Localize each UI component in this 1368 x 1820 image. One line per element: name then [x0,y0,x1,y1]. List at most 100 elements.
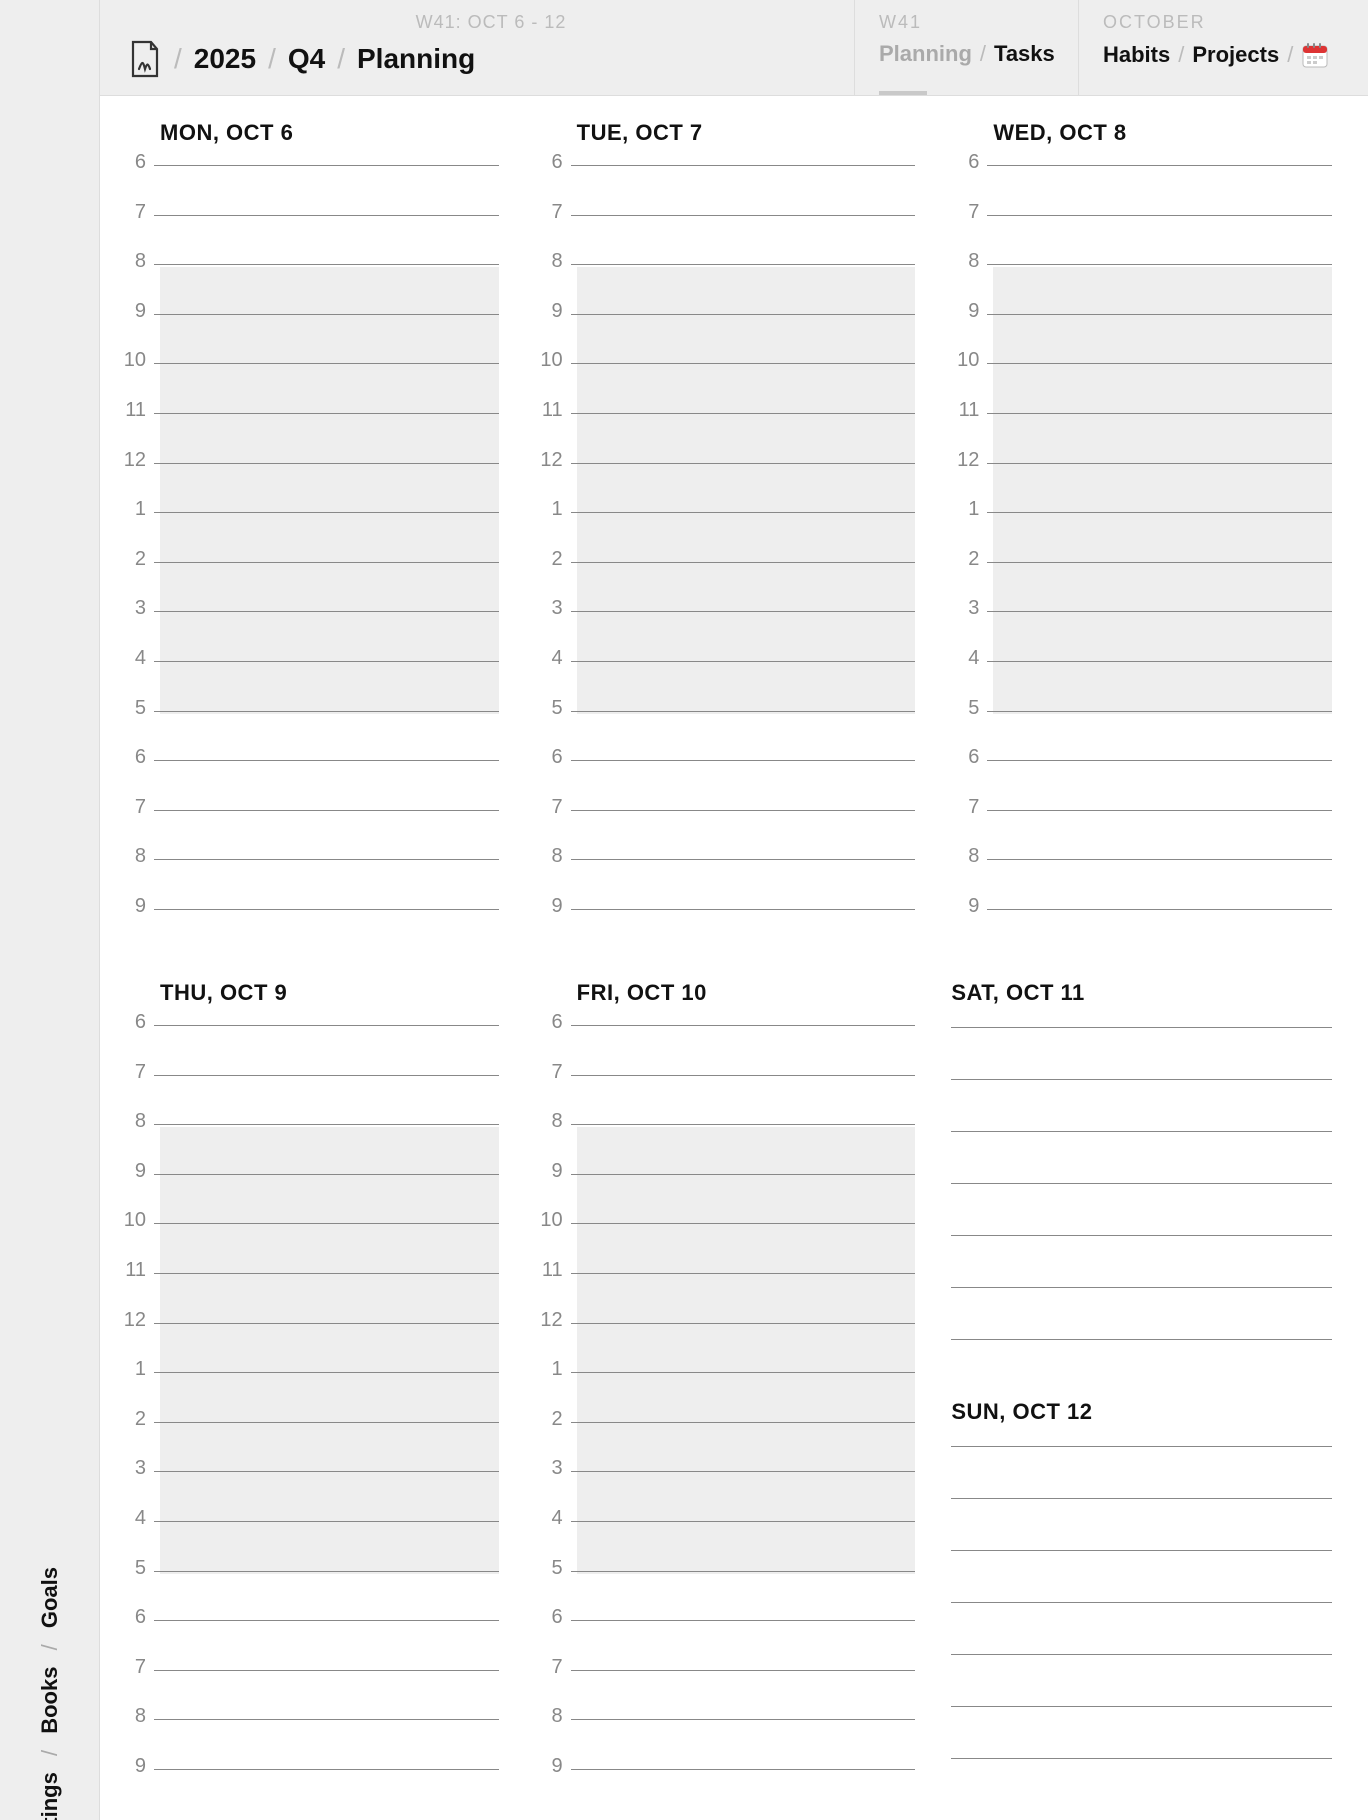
hour-row[interactable]: 3 [118,563,499,613]
hour-row[interactable]: 1 [118,464,499,514]
separator: / [37,1634,62,1660]
hour-row[interactable]: 7 [118,1026,499,1076]
hour-row[interactable]: 9 [118,1125,499,1175]
hour-row[interactable]: 8 [951,811,1332,861]
day-col-tue: TUE, OCT 76789101112123456789 [535,120,916,940]
hour-row[interactable]: 11 [118,364,499,414]
hour-row[interactable]: 2 [951,513,1332,563]
hour-row[interactable]: 8 [118,216,499,266]
crumb-page[interactable]: Planning [357,43,475,75]
hour-row[interactable]: 8 [535,1671,916,1721]
hour-row[interactable]: 7 [535,1621,916,1671]
hour-row[interactable]: 10 [118,1175,499,1225]
rail-tab-meetings[interactable]: Meetings [37,1772,62,1820]
hour-row[interactable]: 2 [118,1373,499,1423]
hour-row[interactable]: 7 [118,166,499,216]
rail-tab-books[interactable]: Books [37,1667,62,1734]
hour-row[interactable]: 9 [118,860,499,910]
hour-row[interactable]: 12 [118,1274,499,1324]
hour-row[interactable]: 12 [535,1274,916,1324]
hour-row[interactable]: 11 [535,1224,916,1274]
hour-row[interactable]: 6 [118,1008,499,1026]
hour-row[interactable]: 1 [118,1324,499,1374]
tab-projects[interactable]: Projects [1192,42,1279,68]
hour-row[interactable]: 9 [951,265,1332,315]
hour-label: 9 [535,896,571,916]
hour-row[interactable]: 11 [535,364,916,414]
hour-row[interactable]: 12 [535,414,916,464]
hour-row[interactable]: 2 [535,513,916,563]
hour-row[interactable]: 6 [535,1008,916,1026]
hour-row[interactable]: 8 [118,1076,499,1126]
hour-row[interactable]: 7 [951,761,1332,811]
hour-row[interactable]: 4 [118,612,499,662]
rule-block-sun[interactable] [951,1429,1332,1759]
hour-row[interactable]: 9 [535,1720,916,1770]
hour-row[interactable]: 9 [118,1720,499,1770]
calendar-icon[interactable] [1301,41,1329,69]
hour-row[interactable]: 12 [951,414,1332,464]
hour-row[interactable]: 10 [118,315,499,365]
hour-row[interactable]: 8 [951,216,1332,266]
hour-row[interactable]: 8 [118,811,499,861]
hour-row[interactable]: 4 [535,612,916,662]
hour-row[interactable]: 1 [535,464,916,514]
hour-row[interactable]: 8 [535,1076,916,1126]
header-mid: W41 Planning / Tasks [854,0,1078,95]
hour-row[interactable]: 7 [535,166,916,216]
hour-row[interactable]: 4 [951,612,1332,662]
hour-row[interactable]: 5 [951,662,1332,712]
hour-row[interactable]: 3 [535,1423,916,1473]
logo-icon[interactable] [128,39,162,79]
hour-row[interactable]: 3 [118,1423,499,1473]
hour-row[interactable]: 6 [535,712,916,762]
hour-row[interactable]: 9 [118,265,499,315]
tab-tasks[interactable]: Tasks [994,41,1055,67]
hour-row[interactable]: 11 [118,1224,499,1274]
hour-row[interactable]: 12 [118,414,499,464]
separator: / [174,43,182,75]
hour-row[interactable]: 2 [535,1373,916,1423]
tab-habits[interactable]: Habits [1103,42,1170,68]
hour-row[interactable]: 6 [535,1572,916,1622]
crumb-quarter[interactable]: Q4 [288,43,325,75]
hour-row[interactable]: 6 [951,712,1332,762]
tab-planning[interactable]: Planning [879,41,972,67]
crumb-year[interactable]: 2025 [194,43,256,75]
hour-row[interactable]: 10 [951,315,1332,365]
hour-row[interactable]: 5 [118,1522,499,1572]
rule-block-sat[interactable] [951,1010,1332,1340]
hour-row[interactable]: 6 [118,148,499,166]
hour-row[interactable]: 6 [535,148,916,166]
hour-row[interactable]: 9 [535,1125,916,1175]
hour-row[interactable]: 7 [535,761,916,811]
hour-row[interactable]: 1 [535,1324,916,1374]
hour-row[interactable]: 3 [535,563,916,613]
rule-line [951,1603,1332,1655]
hour-row[interactable]: 4 [535,1472,916,1522]
hour-row[interactable]: 8 [535,811,916,861]
rail-tab-goals[interactable]: Goals [37,1567,62,1628]
hour-row[interactable]: 5 [535,1522,916,1572]
hour-row[interactable]: 8 [535,216,916,266]
hour-row[interactable]: 5 [535,662,916,712]
hour-row[interactable]: 10 [535,315,916,365]
hour-row[interactable]: 3 [951,563,1332,613]
hour-row[interactable]: 1 [951,464,1332,514]
hour-row[interactable]: 4 [118,1472,499,1522]
hour-row[interactable]: 11 [951,364,1332,414]
hour-row[interactable]: 7 [118,1621,499,1671]
hour-row[interactable]: 5 [118,662,499,712]
hour-row[interactable]: 6 [951,148,1332,166]
hour-row[interactable]: 7 [535,1026,916,1076]
hour-row[interactable]: 7 [951,166,1332,216]
hour-row[interactable]: 8 [118,1671,499,1721]
hour-row[interactable]: 9 [951,860,1332,910]
hour-row[interactable]: 6 [118,1572,499,1622]
hour-row[interactable]: 2 [118,513,499,563]
hour-row[interactable]: 6 [118,712,499,762]
hour-row[interactable]: 9 [535,265,916,315]
hour-row[interactable]: 7 [118,761,499,811]
hour-row[interactable]: 10 [535,1175,916,1225]
hour-row[interactable]: 9 [535,860,916,910]
